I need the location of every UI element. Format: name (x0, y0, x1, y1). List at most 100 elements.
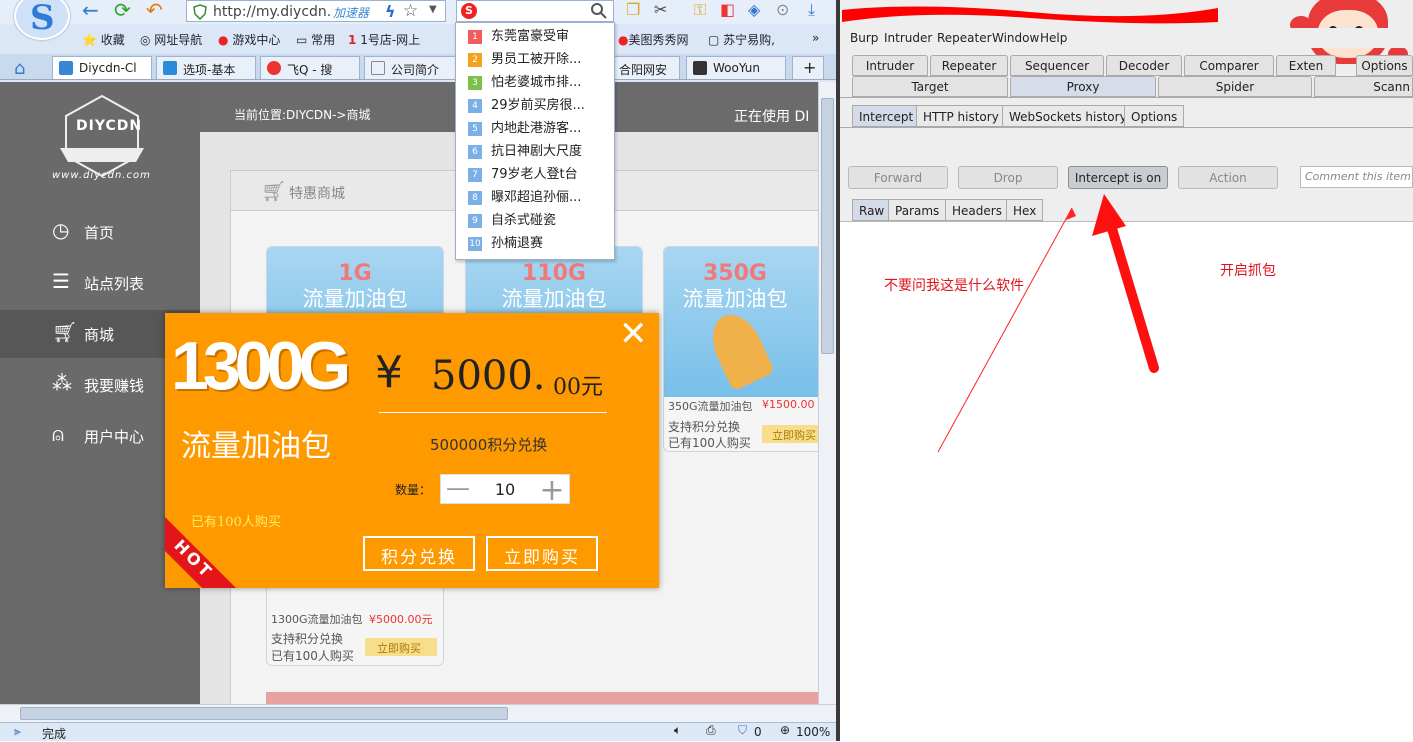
tab-repeater[interactable]: Repeater (930, 55, 1008, 76)
current-plan: 正在使用 DI (734, 109, 810, 125)
suggestion-item[interactable]: 9 自杀式碰瓷 (468, 209, 556, 228)
capture-icon[interactable]: ⎙ (706, 723, 716, 738)
minus-button[interactable]: — (441, 475, 475, 503)
tab-options[interactable]: Options (1356, 55, 1413, 76)
buy-button[interactable]: 立即购买 (762, 425, 822, 443)
suggestion-item[interactable]: 3 怕老婆城市排... (468, 71, 581, 90)
suggestion-item[interactable]: 5 内地赴港游客... (468, 117, 581, 136)
tab-intercept[interactable]: Intercept (852, 105, 921, 127)
quantity-label: 数量： (395, 483, 432, 497)
rank-badge: 7 (468, 168, 482, 182)
scroll-thumb[interactable] (821, 98, 834, 354)
sound-icon[interactable]: 🔈︎ (674, 723, 681, 738)
key-icon[interactable]: ⚿ (694, 0, 706, 20)
bookmark-favorites[interactable]: ⭐ 收藏 (82, 31, 125, 48)
suggestion-item[interactable]: 8 曝邓超追孙俪... (468, 186, 581, 205)
new-tab-button[interactable]: + (792, 56, 824, 79)
comment-input[interactable]: Comment this item (1300, 166, 1413, 188)
network-icon: ⁂ (52, 371, 72, 395)
menu-intruder[interactable]: Intruder (884, 31, 932, 45)
suggestion-item[interactable]: 7 79岁老人登t台 (468, 163, 578, 182)
plus-button[interactable]: + (535, 473, 569, 508)
modal-title: 流量加油包 (181, 429, 331, 464)
tab-intruder[interactable]: Intruder (852, 55, 928, 76)
undo-icon[interactable]: ↶ (146, 0, 163, 20)
back-icon[interactable]: ← (82, 0, 99, 20)
tab-feiq[interactable]: 飞Q - 搜 (260, 56, 360, 79)
product-card-350g[interactable]: 350G 流量加油包 350G流量加油包 ¥1500.00 支持积分兑换 已有1… (663, 246, 823, 452)
horizontal-scrollbar[interactable] (0, 704, 836, 722)
thin-arrow-line (937, 207, 1073, 453)
product-modal: 1300G 流量加油包 ¥ 5000. 00元 500000积分兑换 数量： —… (165, 313, 659, 588)
sidebar-toggle-icon[interactable]: ⫸ (14, 724, 21, 739)
quantity-input[interactable]: 10 (475, 480, 535, 499)
search-icon[interactable] (591, 3, 607, 19)
shield-icon[interactable]: ◈ (748, 0, 760, 19)
tab-sequencer[interactable]: Sequencer (1010, 55, 1104, 76)
suggestion-text: 29岁前买房很... (491, 98, 585, 113)
card-sold: 已有100人购买 (271, 649, 354, 663)
close-icon[interactable]: ✕ (619, 317, 648, 351)
card-sold: 已有100人购买 (668, 436, 751, 450)
suggestion-text: 内地赴港游客... (491, 121, 582, 136)
redeem-points-button[interactable]: 积分兑换 (363, 536, 475, 571)
action-button[interactable]: Action (1178, 166, 1278, 189)
refresh-icon[interactable]: ⟳ (114, 0, 131, 20)
suggestion-item[interactable]: 4 29岁前买房很... (468, 94, 585, 113)
buy-now-button[interactable]: 立即购买 (486, 536, 598, 571)
menu-help[interactable]: Help (1040, 31, 1067, 45)
bookmark-games[interactable]: ● 游戏中心 (218, 31, 280, 48)
scissors-icon[interactable]: ✂ (654, 0, 667, 19)
page-icon (693, 61, 707, 75)
address-bar[interactable]: http://my.diycdn. 加速器 ϟ ☆ ▼ (186, 0, 446, 22)
buy-button[interactable]: 立即购买 (365, 638, 437, 656)
download-icon[interactable]: ⤓ (808, 0, 815, 20)
bookmark-suning[interactable]: ▢ 苏宁易购, (708, 31, 775, 48)
menu-burp[interactable]: Burp (850, 31, 878, 45)
suggestion-item[interactable]: 10 孙楠退赛 (468, 232, 543, 251)
chevron-down-icon[interactable]: ▼ (429, 4, 437, 15)
vertical-scrollbar[interactable] (818, 82, 836, 704)
suggestion-item[interactable]: 1 东莞富豪受审 (468, 25, 569, 44)
tab-diycdn[interactable]: Diycdn-Cl (52, 56, 152, 79)
bookmark-yhd[interactable]: 1 1号店-网上 (348, 31, 420, 48)
bookmark-label: 常用 (311, 33, 336, 47)
tab-proxy[interactable]: Proxy (1010, 76, 1156, 97)
suggestion-item[interactable]: 2 男员工被开除... (468, 48, 581, 67)
bookmark-common[interactable]: ▭ 常用 (296, 31, 335, 48)
sidebar-item-home[interactable]: ◷ 首页 (0, 208, 200, 256)
zoom-icon[interactable]: ⊕ (780, 723, 790, 737)
folder-icon[interactable]: ❐ (626, 0, 640, 19)
menu-window[interactable]: Window (992, 31, 1039, 45)
scroll-thumb[interactable] (20, 707, 508, 720)
search-input[interactable]: S (456, 0, 614, 22)
bookmark-meitu[interactable]: ●美图秀秀网 (618, 31, 689, 48)
tab-websockets-history[interactable]: WebSockets history (1002, 105, 1134, 127)
tab-decoder[interactable]: Decoder (1106, 55, 1182, 76)
tab-spider[interactable]: Spider (1158, 76, 1312, 97)
menu-repeater[interactable]: Repeater (937, 31, 992, 45)
zoom-level[interactable]: 100% (796, 725, 830, 739)
tab-http-history[interactable]: HTTP history (916, 105, 1006, 127)
tab-wooyun[interactable]: WooYun (686, 56, 786, 79)
tab-proxy-options[interactable]: Options (1124, 105, 1185, 127)
suggestion-text: 孙楠退赛 (491, 236, 544, 251)
star-icon[interactable]: ☆ (403, 1, 418, 21)
shield-icon (193, 4, 207, 20)
lightning-icon[interactable]: ϟ (385, 2, 396, 21)
home-icon[interactable]: ⌂ (14, 58, 25, 79)
sidebar-item-sites[interactable]: ☰ 站点列表 (0, 259, 200, 307)
tab-extender[interactable]: Exten (1276, 55, 1336, 76)
bookmarks-overflow-icon[interactable]: » (812, 31, 819, 45)
more-icon[interactable]: ⊙ (776, 0, 789, 19)
tab-comparer[interactable]: Comparer (1184, 55, 1274, 76)
bookmark-nav[interactable]: ◎ 网址导航 (140, 31, 202, 48)
suggestion-item[interactable]: 6 抗日神剧大尺度 (468, 140, 582, 159)
tab-options[interactable]: 选项-基本 (156, 56, 256, 79)
rec-icon[interactable]: ◧ (720, 0, 735, 19)
site-logo[interactable]: DIYCDN www.diycdn.com (50, 92, 154, 184)
tab-company[interactable]: 公司简介 (364, 56, 464, 79)
tab-scanner[interactable]: Scann (1314, 76, 1413, 97)
tab-target[interactable]: Target (852, 76, 1008, 97)
shield-icon[interactable]: ⛉ (738, 723, 747, 738)
